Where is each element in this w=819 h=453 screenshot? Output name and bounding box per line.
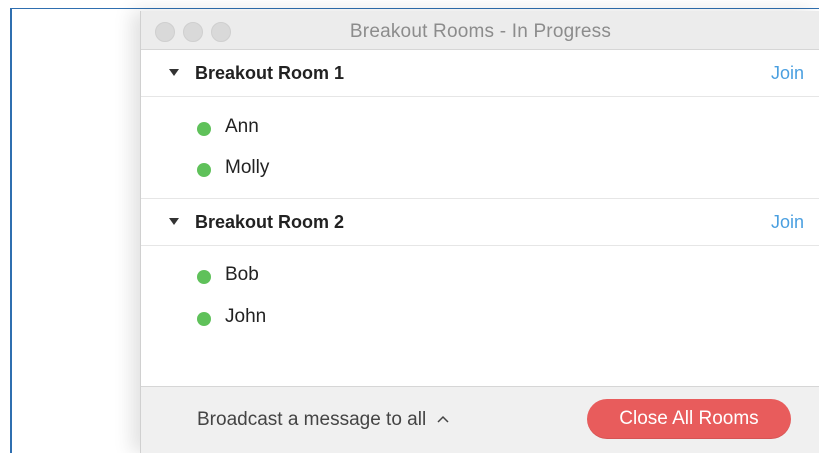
join-room-1-link[interactable]: Join (771, 63, 804, 84)
broadcast-label: Broadcast a message to all (197, 409, 427, 430)
status-dot-icon (197, 312, 211, 326)
participant-item: Bob (141, 262, 819, 290)
participant-item: John (141, 304, 819, 332)
title-bar: Breakout Rooms - In Progress (141, 11, 819, 50)
status-dot-icon (197, 122, 211, 136)
join-room-2-link[interactable]: Join (771, 212, 804, 233)
participant-name: Bob (225, 264, 259, 285)
status-dot-icon (197, 163, 211, 177)
status-dot-icon (197, 270, 211, 284)
participant-name: Ann (225, 116, 259, 137)
participant-name: John (225, 306, 267, 327)
chevron-up-icon (437, 411, 449, 429)
breakout-rooms-window: Breakout Rooms - In Progress Breakout Ro… (140, 11, 819, 453)
close-all-rooms-button[interactable]: Close All Rooms (587, 399, 791, 439)
window-frame-left-border (10, 8, 12, 453)
participant-item: Molly (141, 155, 819, 183)
disclosure-triangle-icon[interactable] (169, 69, 179, 76)
room-name: Breakout Room 2 (195, 212, 345, 232)
broadcast-message-button[interactable]: Broadcast a message to all (197, 409, 449, 431)
window-frame-top-border (10, 8, 819, 9)
room-header-1[interactable]: Breakout Room 1 Join (141, 50, 819, 97)
participant-name: Molly (225, 157, 270, 178)
room-header-2[interactable]: Breakout Room 2 Join (141, 198, 819, 246)
room-name: Breakout Room 1 (195, 63, 345, 83)
disclosure-triangle-icon[interactable] (169, 218, 179, 225)
footer-bar: Broadcast a message to all Close All Roo… (141, 386, 819, 453)
participant-item: Ann (141, 114, 819, 142)
window-title: Breakout Rooms - In Progress (349, 21, 612, 42)
